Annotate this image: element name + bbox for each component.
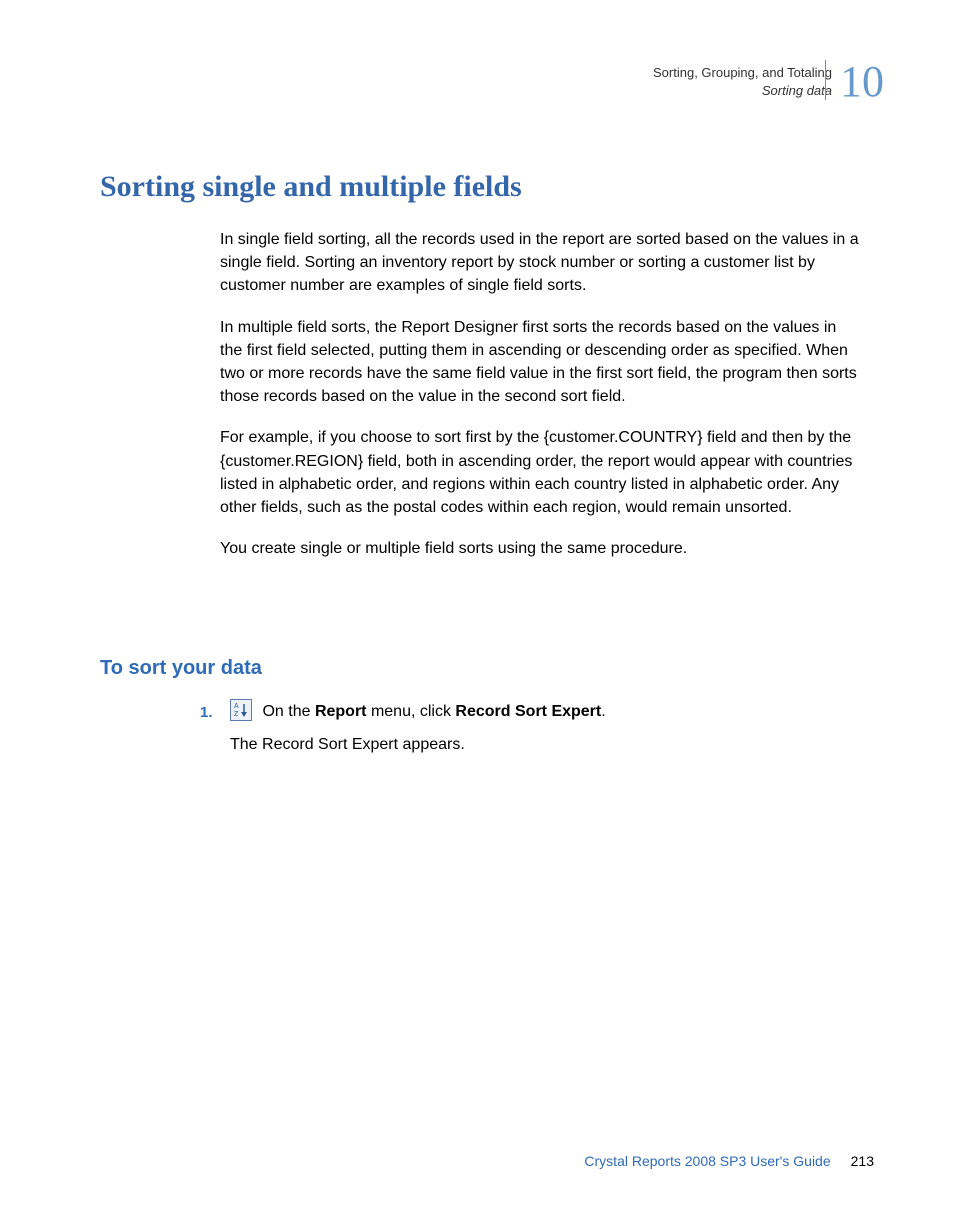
page-footer: Crystal Reports 2008 SP3 User's Guide 21… (584, 1153, 874, 1169)
page-title: Sorting single and multiple fields (100, 170, 522, 204)
svg-text:Z: Z (234, 711, 239, 718)
chapter-number: 10 (840, 60, 884, 104)
step-body: A Z On the Report menu, click Record Sor… (230, 700, 606, 724)
header-section-title: Sorting, Grouping, and Totaling (653, 64, 832, 82)
header-divider (825, 60, 826, 100)
footer-page-number: 213 (851, 1153, 874, 1169)
header-subsection: Sorting data (653, 82, 832, 100)
body-content: In single field sorting, all the records… (220, 228, 860, 578)
step-result: The Record Sort Expert appears. (230, 736, 860, 754)
step-text-mid: menu, click (367, 703, 456, 720)
paragraph-2: In multiple field sorts, the Report Desi… (220, 316, 860, 409)
header-text-block: Sorting, Grouping, and Totaling Sorting … (653, 64, 832, 100)
step-menu-name: Report (315, 703, 367, 720)
subheading-sort-data: To sort your data (100, 657, 262, 680)
step-text-post: . (601, 703, 605, 720)
page-header: Sorting, Grouping, and Totaling Sorting … (653, 60, 884, 104)
paragraph-4: You create single or multiple field sort… (220, 537, 860, 560)
paragraph-1: In single field sorting, all the records… (220, 228, 860, 298)
step-number: 1. (200, 700, 218, 721)
steps-list: 1. A Z On the Report menu, click Record … (200, 700, 860, 754)
footer-doc-title: Crystal Reports 2008 SP3 User's Guide (584, 1153, 830, 1169)
step-action-name: Record Sort Expert (455, 703, 601, 720)
step-1: 1. A Z On the Report menu, click Record … (200, 700, 860, 724)
step-text-pre: On the (262, 703, 314, 720)
svg-text:A: A (234, 703, 239, 710)
sort-az-icon: A Z (230, 699, 252, 721)
paragraph-3: For example, if you choose to sort first… (220, 426, 860, 519)
